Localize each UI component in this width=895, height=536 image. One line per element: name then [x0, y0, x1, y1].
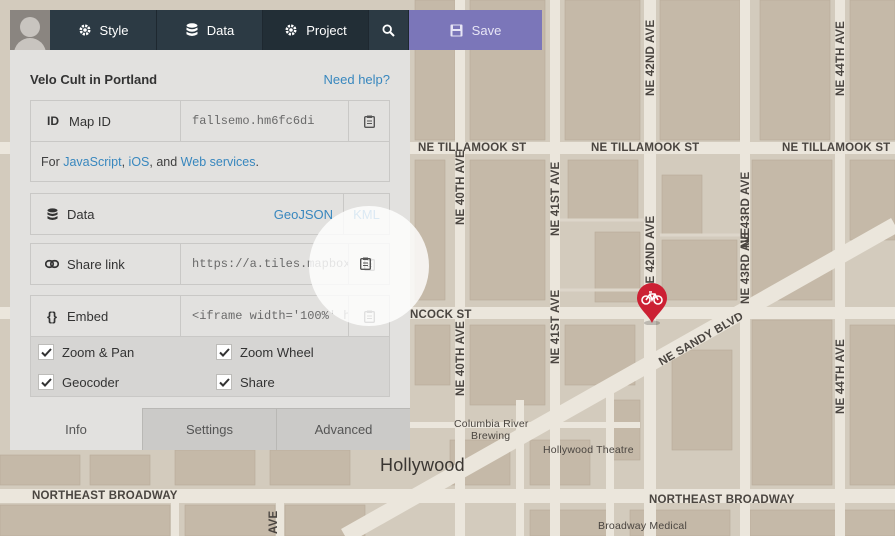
- data-tab-button[interactable]: Data: [157, 10, 263, 50]
- share-link-label: Share link: [67, 256, 125, 272]
- platforms-separator: , and: [149, 154, 181, 169]
- platforms-suffix: .: [255, 154, 259, 169]
- place-label: Brewing: [471, 430, 511, 442]
- bicycle-marker[interactable]: [635, 283, 669, 325]
- ios-link[interactable]: iOS: [129, 155, 150, 169]
- option-label: Zoom & Pan: [62, 344, 135, 360]
- zoom-wheel-option[interactable]: Zoom Wheel: [216, 344, 314, 360]
- style-tab-label: Style: [99, 22, 129, 38]
- help-link[interactable]: Need help?: [324, 72, 391, 87]
- street-label: NORTHEAST BROADWAY: [649, 494, 795, 506]
- street-label: NE 43RD AVE: [740, 227, 752, 304]
- checkmark-icon: [218, 345, 230, 360]
- place-label: Columbia River: [454, 418, 529, 430]
- platforms-prefix: For: [41, 154, 64, 169]
- map-id-label: Map ID: [69, 113, 111, 129]
- embed-label: Embed: [67, 308, 109, 324]
- map-id-field[interactable]: fallsemo.hm6fc6di: [181, 101, 349, 141]
- save-button-label: Save: [471, 22, 502, 38]
- map-id-box: ID Map ID fallsemo.hm6fc6di For JavaScri…: [30, 100, 390, 182]
- database-icon: [45, 207, 59, 221]
- checkmark-icon: [218, 375, 230, 390]
- street-label: NE 41ST AVE: [550, 289, 562, 364]
- option-label: Share: [240, 374, 275, 390]
- javascript-link[interactable]: JavaScript: [63, 155, 121, 169]
- tab-settings[interactable]: Settings: [142, 408, 276, 450]
- platforms-separator: ,: [121, 154, 129, 169]
- street-label: NE TILLAMOOK ST: [591, 142, 700, 154]
- avatar[interactable]: [10, 10, 50, 50]
- place-label: Hollywood Theatre: [543, 444, 634, 456]
- street-label: NE 40TH AVE: [455, 149, 467, 225]
- neighborhood-label: Hollywood: [380, 455, 465, 475]
- clipboard-icon[interactable]: [359, 257, 376, 273]
- tab-advanced[interactable]: Advanced: [276, 408, 410, 450]
- gear-icon: [78, 23, 92, 37]
- checkbox[interactable]: [38, 344, 54, 360]
- gear-icon: [284, 23, 298, 37]
- option-label: Geocoder: [62, 374, 120, 390]
- tab-info[interactable]: Info: [10, 408, 142, 450]
- checkmark-icon: [40, 375, 52, 390]
- street-label: NCOCK ST: [410, 309, 472, 321]
- platforms-text: For JavaScript , iOS , and Web services …: [31, 141, 389, 181]
- checkmark-icon: [40, 345, 52, 360]
- geocoder-option[interactable]: Geocoder: [38, 374, 119, 390]
- street-label: NE 40TH AVE: [455, 320, 467, 396]
- street-label: NE TILLAMOOK ST: [782, 142, 891, 154]
- option-label: Zoom Wheel: [240, 344, 314, 360]
- save-button[interactable]: Save: [409, 10, 542, 50]
- project-tab-button[interactable]: Project: [263, 10, 369, 50]
- street-label: NORTHEAST BROADWAY: [32, 490, 178, 502]
- street-label: AVE: [268, 510, 280, 534]
- clipboard-icon: [362, 114, 376, 128]
- checkbox[interactable]: [216, 374, 232, 390]
- search-icon: [382, 23, 396, 37]
- search-button[interactable]: [369, 10, 409, 50]
- street-label: NE 41ST AVE: [550, 161, 562, 236]
- checkbox[interactable]: [38, 374, 54, 390]
- project-title: Velo Cult in Portland: [30, 72, 158, 87]
- zoom-pan-option[interactable]: Zoom & Pan: [38, 344, 134, 360]
- copy-map-id-button[interactable]: [349, 101, 389, 141]
- place-label: Broadway Medical: [598, 520, 687, 532]
- checkbox[interactable]: [216, 344, 232, 360]
- street-label: NE 44TH AVE: [835, 20, 847, 96]
- web-services-link[interactable]: Web services: [181, 155, 256, 169]
- top-toolbar: Style Data Project Save: [10, 10, 542, 50]
- id-icon: ID: [47, 114, 59, 128]
- embed-options: Zoom & Pan Zoom Wheel Geocoder Share: [31, 336, 389, 396]
- share-option[interactable]: Share: [216, 374, 275, 390]
- project-tab-label: Project: [306, 22, 347, 38]
- style-tab-button[interactable]: Style: [50, 10, 157, 50]
- street-label: NE 42ND AVE: [645, 19, 657, 96]
- street-label: NE 44TH AVE: [835, 338, 847, 414]
- data-tab-label: Data: [206, 22, 235, 38]
- panel-tabs: Info Settings Advanced: [10, 408, 410, 450]
- data-label: Data: [67, 206, 95, 222]
- street-label: NE TILLAMOOK ST: [418, 142, 527, 154]
- street-label: NE 42ND AVE: [645, 215, 657, 292]
- link-icon: [45, 257, 59, 271]
- floppy-disk-icon: [450, 23, 464, 37]
- database-icon: [185, 23, 199, 37]
- code-braces-icon: {}: [46, 308, 58, 324]
